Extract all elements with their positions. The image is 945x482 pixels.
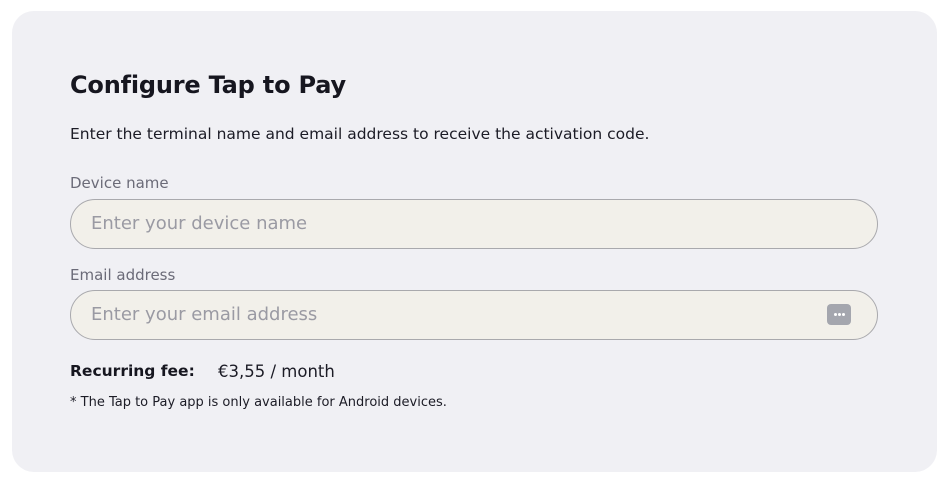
email-address-input[interactable] bbox=[91, 291, 831, 338]
form-description: Enter the terminal name and email addres… bbox=[70, 125, 650, 143]
android-availability-note: * The Tap to Pay app is only available f… bbox=[70, 395, 447, 410]
recurring-fee-value: €3,55 / month bbox=[218, 362, 335, 381]
page-title: Configure Tap to Pay bbox=[70, 71, 346, 99]
email-address-label: Email address bbox=[70, 266, 176, 284]
device-name-input[interactable] bbox=[91, 200, 831, 247]
password-manager-icon[interactable] bbox=[827, 304, 851, 325]
email-address-field[interactable] bbox=[70, 290, 878, 340]
device-name-label: Device name bbox=[70, 174, 169, 192]
device-name-field[interactable] bbox=[70, 199, 878, 249]
recurring-fee-label: Recurring fee: bbox=[70, 362, 195, 380]
configure-tap-to-pay-card: Configure Tap to Pay Enter the terminal … bbox=[12, 11, 937, 472]
